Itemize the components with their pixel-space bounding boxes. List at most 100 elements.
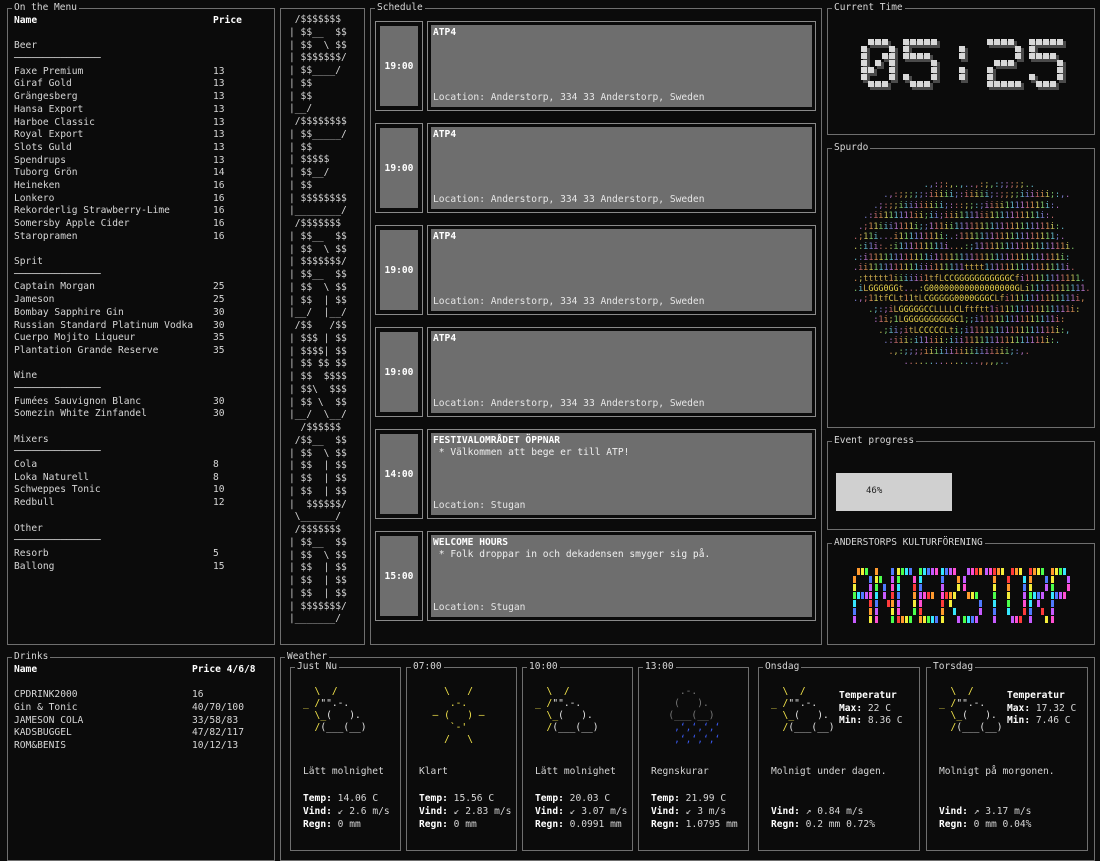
menu-section-divider: ─────────────── <box>14 269 242 282</box>
weather-stats: Temp: 14.06 C Vind: ↙ 2.6 m/s Regn: 0 mm <box>303 792 390 831</box>
menu-item: Slots Guld 13 <box>14 142 242 155</box>
menu-spacer <box>14 421 242 434</box>
menu-item: Tuborg Grön 14 <box>14 167 242 180</box>
weather-rain: Regn: 0 mm <box>303 818 390 831</box>
menu-panel-title: On the Menu <box>12 2 79 14</box>
schedule-event: 19:00 ATP4 Location: Anderstorp, 334 33 An… <box>375 123 816 213</box>
menu-item-name: Ballong <box>14 560 55 572</box>
drinks-list: Name Price 4/6/8 CPDRINK2000 16 Gin & Toni… <box>14 664 256 753</box>
event-time: 14:00 <box>380 434 418 514</box>
menu-item: Resorb 5 <box>14 548 242 561</box>
weather-wind: Vind: ↙ 2.83 m/s <box>419 805 511 818</box>
drink-item-price: 16 <box>192 689 204 701</box>
weather-description: Regnskurar <box>651 766 709 777</box>
event-time: 19:00 <box>380 230 418 310</box>
drink-item-name: CPDRINK2000 <box>14 689 78 701</box>
weather-description: Lätt molnighet <box>303 766 384 777</box>
event-detail-box: ATP4 Location: Anderstorp, 334 33 Anderst… <box>427 327 816 417</box>
drinks-header-price: Price 4/6/8 <box>192 664 256 675</box>
weather-temp-value: 14.06 C <box>337 793 379 804</box>
spurdo-panel: Spurdo .,:;:,.,..,:;,:;;;;;.. .,:;;;;;:i… <box>827 142 1095 428</box>
menu-item: Faxe Premium 13 <box>14 66 242 79</box>
menu-spacer <box>14 28 242 41</box>
menu-item: Ballong 15 <box>14 561 242 574</box>
menu-item-name: Jameson <box>14 294 55 306</box>
event-detail: ATP4 Location: Anderstorp, 334 33 Anderst… <box>431 229 812 311</box>
menu-item-price: 13 <box>213 91 225 103</box>
weather-temp-value: 15.56 C <box>453 793 495 804</box>
menu-item-price: 15 <box>213 560 225 572</box>
menu-item-name: Resorb <box>14 547 49 559</box>
menu-item: Bombay Sapphire Gin 30 <box>14 307 242 320</box>
event-time-box: 19:00 <box>375 225 423 315</box>
menu-section-heading: Mixers <box>14 434 242 447</box>
weather-card: 13:00 .-. ( ). (___(__) ‚ʻ‚ʻ‚ʻ‚ʻ ‚ʻ‚ʻ‚ʻ‚… <box>638 661 749 851</box>
divider-line: ─────────────── <box>14 382 101 394</box>
menu-item: Heineken 16 <box>14 180 242 193</box>
day-description: Molnigt på morgonen. <box>939 766 1055 777</box>
weather-temp-key: Temp: <box>419 793 448 804</box>
menu-item-price: 8 <box>213 471 219 483</box>
menu-item: Cuerpo Mojito Liqueur 35 <box>14 332 242 345</box>
weather-card-label: Just Nu <box>295 661 340 673</box>
weather-wind-value: ↙ 2.83 m/s <box>453 806 512 817</box>
weather-temp-value: 21.99 C <box>685 793 727 804</box>
clock-digit <box>903 39 940 90</box>
weather-stats: Temp: 21.99 C Vind: ↙ 3 m/s Regn: 1.0795 m… <box>651 792 738 831</box>
logo-letter <box>875 568 894 623</box>
menu-section-name: Beer <box>14 40 38 52</box>
weather-description: Lätt molnighet <box>535 766 616 777</box>
drink-item: JAMESON COLA 33/58/83 <box>14 715 256 728</box>
weather-temp: Temp: 20.03 C <box>535 792 627 805</box>
menu-item: Fumées Sauvignon Blanc 30 <box>14 396 242 409</box>
menu-item-price: 30 <box>213 319 225 331</box>
weather-card-label: 13:00 <box>643 661 676 673</box>
menu-item: Schweppes Tonic 10 <box>14 484 242 497</box>
progress-panel: Event progress 46% <box>827 435 1095 530</box>
menu-header: Name Price <box>14 15 242 28</box>
day-wind: Vind: ↗ 3.17 m/s <box>939 805 1031 818</box>
menu-item-name: Grängesberg <box>14 91 78 103</box>
menu-item-price: 30 <box>213 395 225 407</box>
menu-item-name: Giraf Gold <box>14 78 72 90</box>
partly-cloudy-icon: \ / _ /"".-. \_( ). /(___(__) <box>535 686 599 733</box>
menu-item-name: Spendrups <box>14 154 66 166</box>
day-min: Min: 7.46 C <box>1007 715 1076 728</box>
logo-letter <box>919 568 938 623</box>
progress-label: 46% <box>866 486 883 496</box>
clock-panel: Current Time 05:25 <box>827 2 1095 135</box>
menu-item-name: Schweppes Tonic <box>14 484 101 496</box>
menu-header-price: Price <box>213 15 242 26</box>
menu-panel: On the Menu Name Price Beer ─────────────… <box>7 2 275 645</box>
progress-fill: 46% <box>836 473 952 511</box>
event-title: WELCOME HOURS <box>433 537 509 548</box>
day-wind-value: ↗ 3.17 m/s <box>973 806 1032 817</box>
weather-rain-value: 0 mm <box>337 819 361 830</box>
event-detail: ATP4 Location: Anderstorp, 334 33 Anderst… <box>431 25 812 107</box>
divider-line: ─────────────── <box>14 268 101 280</box>
weather-wind-value: ↙ 2.6 m/s <box>337 806 390 817</box>
logo-letter <box>1029 568 1048 623</box>
event-detail-box: ATP4 Location: Anderstorp, 334 33 Anderst… <box>427 123 816 213</box>
weather-day-label: Onsdag <box>763 661 802 673</box>
day-temperature: Temperatur Max: 22 C Min: 8.36 C <box>839 690 903 728</box>
day-wind: Vind: ↗ 0.84 m/s <box>771 805 875 818</box>
event-location: Location: Anderstorp, 334 33 Anderstorp,… <box>433 398 705 409</box>
event-time-box: 14:00 <box>375 429 423 519</box>
drink-item-price: 40/70/100 <box>192 702 244 714</box>
event-time: 19:00 <box>380 128 418 208</box>
menu-section-heading: Beer <box>14 40 242 53</box>
day-rain-value: 0.2 mm 0.72% <box>805 819 875 830</box>
drink-item: ROM&BENIS 10/12/13 <box>14 740 256 753</box>
event-title: ATP4 <box>433 129 457 140</box>
event-location: Location: Anderstorp, 334 33 Anderstorp,… <box>433 92 705 103</box>
menu-item-price: 16 <box>213 192 225 204</box>
event-time-box: 19:00 <box>375 21 423 111</box>
menu-item-name: Plantation Grande Reserve <box>14 344 159 356</box>
kultur-panel: ANDERSTORPS KULTURFÖRENING ANDERSTORP <box>827 537 1095 645</box>
menu-item: Grängesberg 13 <box>14 91 242 104</box>
menu-item-price: 13 <box>213 129 225 141</box>
menu-item-price: 10 <box>213 484 225 496</box>
banner-ascii: /$$$$$$$ | $$__ $$ | $$ \ $$ | $$$$$$$/ … <box>289 14 347 625</box>
logo-letter <box>853 568 872 623</box>
